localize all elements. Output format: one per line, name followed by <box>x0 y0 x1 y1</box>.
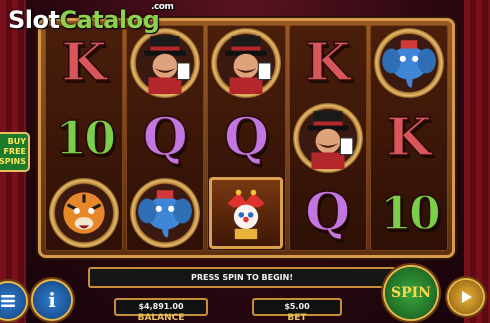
symbol-q: Q <box>304 182 351 244</box>
reel-cell: 10 <box>370 176 448 251</box>
reel-frame: K 10 Q Q K Q K 10 <box>38 18 455 258</box>
reel-cell <box>370 25 448 100</box>
symbol-q: Q <box>142 106 189 168</box>
symbol-ringmaster-icon <box>130 27 201 98</box>
reel-4: KQ <box>288 25 367 251</box>
reel-cell: Q <box>289 176 367 251</box>
symbol-ringmaster-icon <box>211 27 282 98</box>
symbol-k: K <box>61 31 108 93</box>
spin-button[interactable]: SPIN <box>385 267 437 319</box>
reel-cell: K <box>45 25 123 100</box>
menu-button[interactable] <box>0 283 26 319</box>
info-button[interactable]: i <box>33 281 71 319</box>
balance-label: BALANCE <box>137 313 185 323</box>
symbol-k: K <box>304 31 351 93</box>
reel-cell <box>289 100 367 175</box>
reel-cell: K <box>370 100 448 175</box>
reel-cell: Q <box>126 100 204 175</box>
reel-cell: Q <box>207 100 285 175</box>
bet-label: BET <box>287 313 307 323</box>
watermark-logo: SlotCatalog .com <box>8 2 174 34</box>
autoplay-button[interactable] <box>449 280 483 314</box>
info-icon: i <box>48 288 56 312</box>
symbol-jester-icon <box>209 177 284 250</box>
reel-cell <box>126 176 204 251</box>
symbol-10: 10 <box>54 110 117 165</box>
control-panel: PRESS SPIN TO BEGIN! i $4,891.00 BALANCE… <box>0 258 490 323</box>
message-bar: PRESS SPIN TO BEGIN! <box>88 267 396 288</box>
reel-cell <box>207 25 285 100</box>
reel-3: Q <box>207 25 286 251</box>
symbol-k: K <box>386 106 433 168</box>
reel-5: K 10 <box>369 25 448 251</box>
reel-cell <box>45 176 123 251</box>
reel-grid: K 10 Q Q K Q K 10 <box>45 25 448 251</box>
symbol-q: Q <box>223 106 270 168</box>
reel-cell: K <box>289 25 367 100</box>
menu-icon <box>1 295 15 307</box>
symbol-elephant-icon <box>373 27 444 98</box>
symbol-ringmaster-icon <box>292 102 363 173</box>
symbol-elephant-icon <box>130 178 201 249</box>
reel-1: K 10 <box>45 25 124 251</box>
symbol-tiger-icon <box>49 178 120 249</box>
play-icon <box>462 291 472 303</box>
buy-free-spins-button[interactable]: BUY FREE SPINS <box>0 132 30 172</box>
reel-cell: 10 <box>45 100 123 175</box>
reel-cell <box>207 176 285 251</box>
reel-2: Q <box>126 25 205 251</box>
symbol-10: 10 <box>379 186 442 241</box>
reel-cell <box>126 25 204 100</box>
